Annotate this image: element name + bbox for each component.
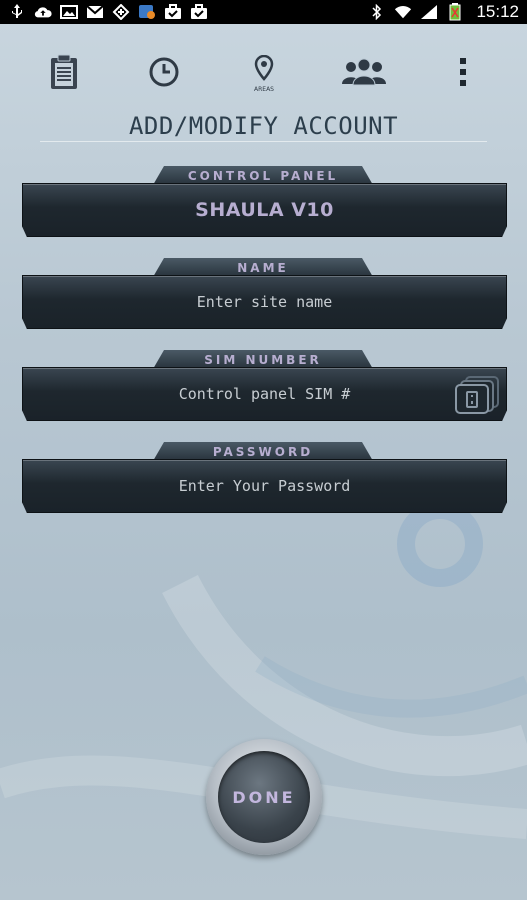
signal-icon xyxy=(420,4,438,20)
name-input-box xyxy=(22,275,507,329)
status-bar: 15:12 xyxy=(0,0,527,24)
action-bar: AREAS xyxy=(0,50,527,98)
sim-number-input[interactable] xyxy=(52,384,477,404)
clock-icon xyxy=(148,56,180,92)
sim-number-label-tab: SIM NUMBER xyxy=(153,350,373,369)
briefcase-check-icon xyxy=(190,4,208,20)
cloud-upload-icon xyxy=(34,4,52,20)
areas-caption: AREAS xyxy=(254,86,274,93)
battery-icon xyxy=(446,3,464,21)
title-divider xyxy=(40,141,487,142)
done-label: DONE xyxy=(232,787,296,807)
bluetooth-icon xyxy=(368,4,386,20)
password-input[interactable] xyxy=(52,476,477,496)
done-button-face: DONE xyxy=(218,751,310,843)
control-panel-label-tab: CONTROL PANEL xyxy=(153,166,373,185)
usb-icon xyxy=(8,4,26,20)
transfer-icon xyxy=(112,4,130,20)
sim-card-icon[interactable] xyxy=(454,375,500,419)
overflow-menu-button[interactable] xyxy=(448,50,478,98)
control-panel-label: CONTROL PANEL xyxy=(187,168,339,183)
password-field: PASSWORD xyxy=(22,442,507,520)
control-panel-selector[interactable]: SHAULA V10 xyxy=(22,183,507,237)
overflow-menu-icon xyxy=(460,57,466,91)
done-button[interactable]: DONE xyxy=(206,739,322,855)
site-name-input[interactable] xyxy=(52,292,477,312)
password-input-box xyxy=(22,459,507,513)
name-label-tab: NAME xyxy=(153,258,373,277)
control-panel-field: CONTROL PANEL SHAULA V10 xyxy=(22,166,507,244)
notification-badge-icon xyxy=(138,4,156,20)
gmail-icon xyxy=(86,4,104,20)
sim-number-label: SIM NUMBER xyxy=(204,352,322,367)
users-group-icon xyxy=(341,58,387,90)
clock-time: 15:12 xyxy=(476,2,519,21)
sim-number-field: SIM NUMBER xyxy=(22,350,507,428)
control-panel-value: SHAULA V10 xyxy=(195,199,334,221)
sim-input-box xyxy=(22,367,507,421)
history-button[interactable] xyxy=(138,50,190,98)
users-button[interactable] xyxy=(336,50,392,98)
password-label-tab: PASSWORD xyxy=(153,442,373,461)
image-icon xyxy=(60,4,78,20)
system-icons: 15:12 xyxy=(360,2,527,22)
page-title: ADD/MODIFY ACCOUNT xyxy=(128,112,399,140)
clipboard-button[interactable] xyxy=(38,50,90,98)
name-label: NAME xyxy=(237,260,289,275)
password-label: PASSWORD xyxy=(212,444,314,459)
location-pin-icon xyxy=(254,54,274,85)
areas-button[interactable]: AREAS xyxy=(238,50,290,98)
clipboard-icon xyxy=(49,54,79,94)
briefcase-check-icon xyxy=(164,4,182,20)
name-field: NAME xyxy=(22,258,507,336)
notification-icons xyxy=(0,4,216,20)
wifi-icon xyxy=(394,4,412,20)
